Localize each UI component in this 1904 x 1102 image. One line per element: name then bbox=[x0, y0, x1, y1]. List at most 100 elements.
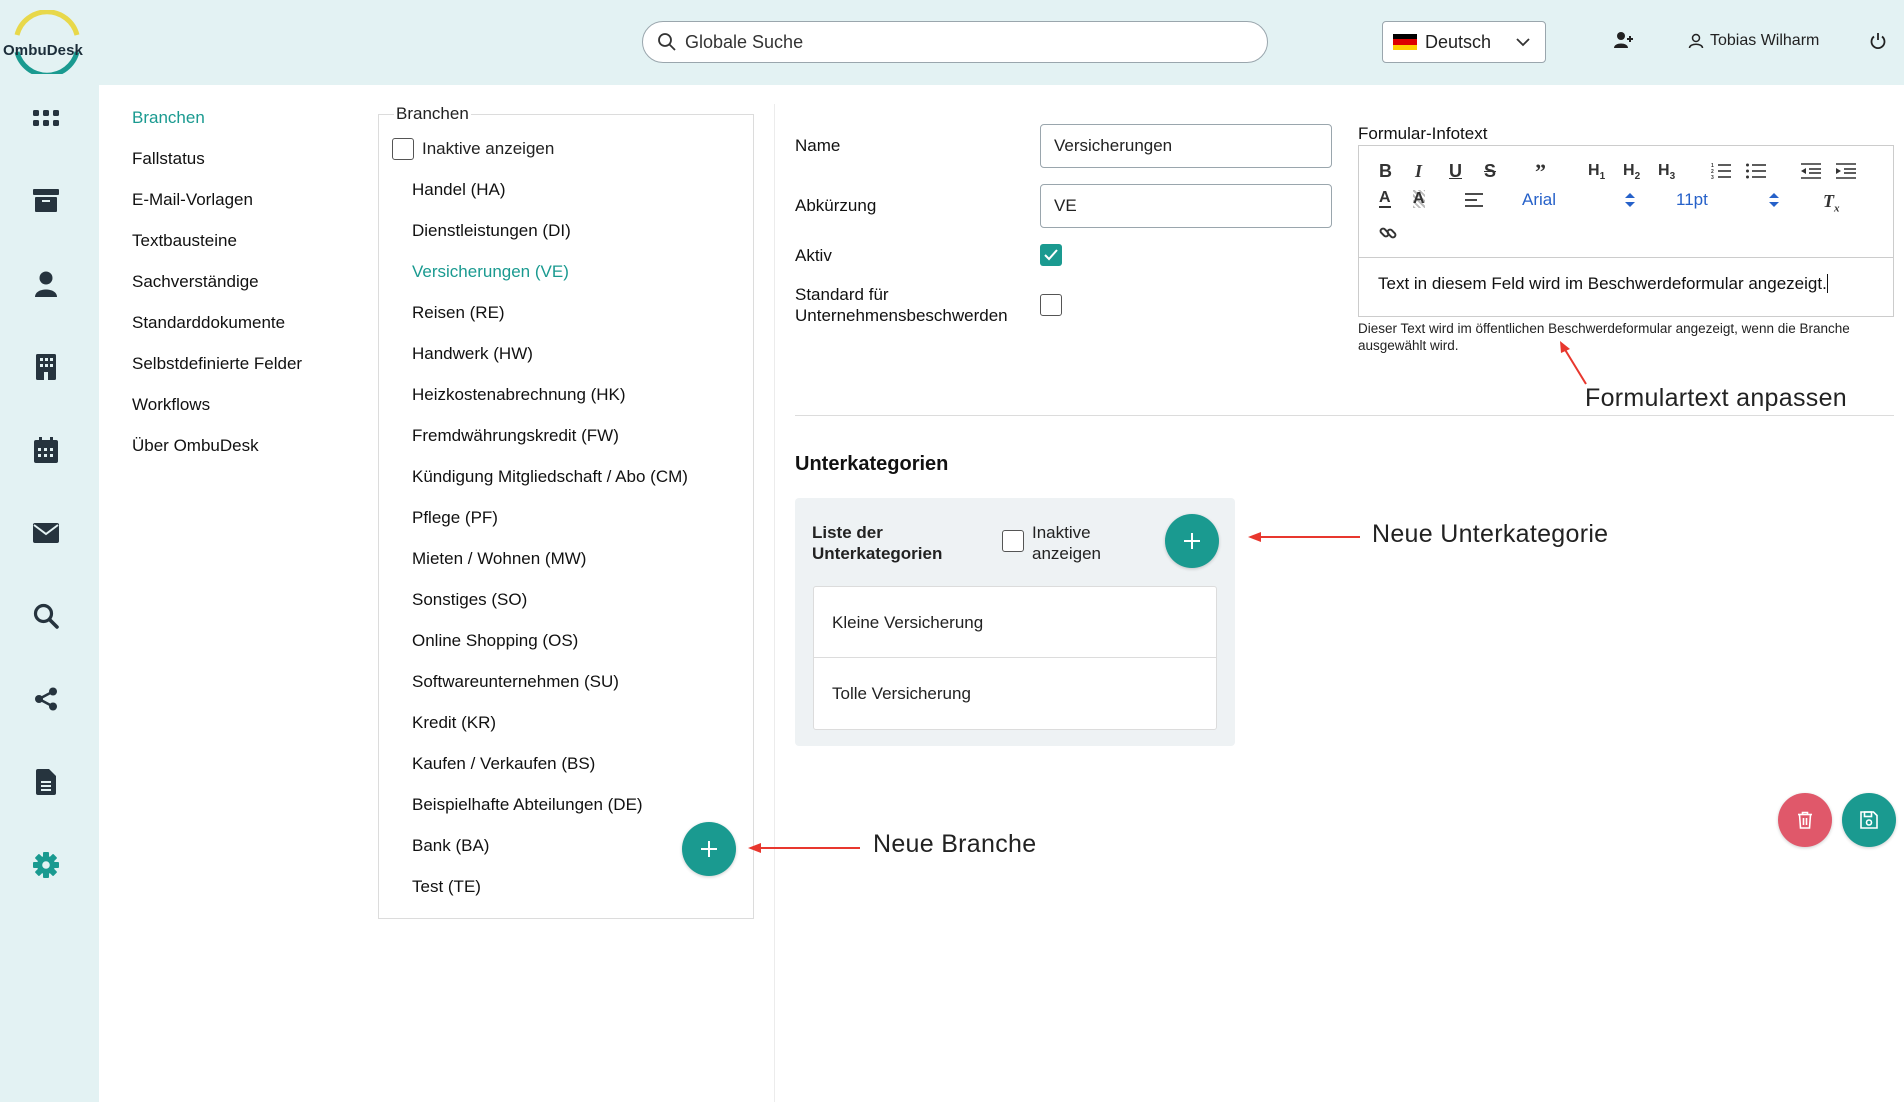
heading-3-icon[interactable]: H3 bbox=[1658, 162, 1675, 182]
branch-item[interactable]: Kaufen / Verkaufen (BS) bbox=[412, 750, 688, 791]
heading-2-icon[interactable]: H2 bbox=[1623, 162, 1640, 182]
align-icon[interactable] bbox=[1465, 192, 1483, 208]
active-checkbox[interactable] bbox=[1040, 244, 1062, 266]
name-field-value: Versicherungen bbox=[1054, 136, 1173, 155]
subnav-item[interactable]: Selbstdefinierte Felder bbox=[132, 350, 302, 391]
branch-item[interactable]: Sonstiges (SO) bbox=[412, 586, 688, 627]
clear-format-icon[interactable]: Tx bbox=[1823, 191, 1840, 215]
show-inactive-checkbox[interactable] bbox=[392, 138, 414, 160]
logo-text: OmbuDesk bbox=[3, 42, 83, 59]
branch-item[interactable]: Kündigung Mitgliedschaft / Abo (CM) bbox=[412, 463, 688, 504]
branch-item[interactable]: Reisen (RE) bbox=[412, 299, 688, 340]
add-branch-button[interactable] bbox=[682, 822, 736, 876]
strikethrough-icon[interactable]: S bbox=[1484, 161, 1496, 182]
branch-item[interactable]: Bank (BA) bbox=[412, 832, 688, 873]
font-size-select[interactable]: 11pt bbox=[1676, 190, 1708, 210]
link-icon[interactable] bbox=[1379, 224, 1397, 242]
annotation-arrow-branch bbox=[748, 843, 860, 853]
global-search[interactable] bbox=[642, 21, 1268, 63]
subcategory-item[interactable]: Kleine Versicherung bbox=[814, 587, 1216, 658]
editor-text: Text in diesem Feld wird im Beschwerdefo… bbox=[1378, 274, 1827, 293]
subnav-item[interactable]: E-Mail-Vorlagen bbox=[132, 186, 302, 227]
branch-item[interactable]: Mieten / Wohnen (MW) bbox=[412, 545, 688, 586]
add-subcategory-button[interactable] bbox=[1165, 514, 1219, 568]
apps-icon[interactable] bbox=[32, 105, 60, 133]
standard-checkbox[interactable] bbox=[1040, 294, 1062, 316]
indent-icon[interactable] bbox=[1836, 163, 1856, 179]
subnav-item[interactable]: Sachverständige bbox=[132, 268, 302, 309]
outdent-icon[interactable] bbox=[1801, 163, 1821, 179]
language-select[interactable]: Deutsch bbox=[1382, 21, 1546, 63]
bold-icon[interactable]: B bbox=[1379, 161, 1392, 182]
branch-item[interactable]: Online Shopping (OS) bbox=[412, 627, 688, 668]
active-label: Aktiv bbox=[795, 246, 832, 265]
infotext-editor[interactable]: B I U S ” H1 H2 H3 123 A A Arial 11pt Tx… bbox=[1358, 145, 1894, 317]
building-icon[interactable] bbox=[32, 353, 60, 381]
subnav-item[interactable]: Fallstatus bbox=[132, 145, 302, 186]
ordered-list-icon[interactable]: 123 bbox=[1711, 163, 1731, 179]
abbreviation-field-value: VE bbox=[1054, 196, 1077, 215]
branch-item[interactable]: Pflege (PF) bbox=[412, 504, 688, 545]
abbreviation-field[interactable]: VE bbox=[1040, 184, 1332, 228]
branch-item[interactable]: Softwareunternehmen (SU) bbox=[412, 668, 688, 709]
font-family-arrows-icon bbox=[1625, 193, 1635, 207]
standard-label: Standard für Unternehmensbeschwerden bbox=[795, 284, 1008, 326]
delete-button[interactable] bbox=[1778, 793, 1832, 847]
quote-icon[interactable]: ” bbox=[1535, 159, 1546, 185]
user-menu[interactable]: Tobias Wilharm bbox=[1688, 32, 1819, 50]
power-icon[interactable] bbox=[1869, 32, 1887, 50]
panel-divider bbox=[774, 104, 775, 1102]
add-user-icon[interactable] bbox=[1613, 30, 1635, 52]
underline-icon[interactable]: U bbox=[1449, 161, 1462, 182]
branch-item[interactable]: Heizkostenabrechnung (HK) bbox=[412, 381, 688, 422]
annotation-form-text: Formulartext anpassen bbox=[1585, 384, 1847, 412]
subnav-item[interactable]: Standarddokumente bbox=[132, 309, 302, 350]
branch-item[interactable]: Handwerk (HW) bbox=[412, 340, 688, 381]
editor-content[interactable]: Text in diesem Feld wird im Beschwerdefo… bbox=[1359, 258, 1893, 310]
settings-subnav: Branchen Fallstatus E-Mail-Vorlagen Textbau… bbox=[132, 104, 302, 473]
branch-item[interactable]: Kredit (KR) bbox=[412, 709, 688, 750]
svg-text:3: 3 bbox=[1711, 175, 1714, 179]
italic-icon[interactable]: I bbox=[1415, 161, 1422, 182]
trash-icon bbox=[1798, 811, 1812, 829]
ombudesk-logo[interactable]: OmbuDesk bbox=[0, 9, 96, 78]
settings-icon[interactable] bbox=[32, 851, 60, 879]
subcategory-panel: Liste der Unterkategorien Inaktive anzei… bbox=[795, 498, 1235, 746]
bullet-list-icon[interactable] bbox=[1746, 163, 1766, 179]
floppy-disk-icon bbox=[1860, 811, 1878, 829]
user-name: Tobias Wilharm bbox=[1710, 32, 1820, 49]
standard-label-line-2: Unternehmensbeschwerden bbox=[795, 306, 1008, 325]
branch-item[interactable]: Handel (HA) bbox=[412, 176, 688, 217]
branch-item[interactable]: Dienstleistungen (DI) bbox=[412, 217, 688, 258]
infotext-hint: Dieser Text wird im öffentlichen Beschwe… bbox=[1358, 321, 1850, 353]
branch-item[interactable]: Beispielhafte Abteilungen (DE) bbox=[412, 791, 688, 832]
search-icon bbox=[658, 33, 676, 51]
name-field[interactable]: Versicherungen bbox=[1040, 124, 1332, 168]
branch-item[interactable]: Fremdwährungskredit (FW) bbox=[412, 422, 688, 463]
font-family-select[interactable]: Arial bbox=[1522, 190, 1556, 210]
save-button[interactable] bbox=[1842, 793, 1896, 847]
subnav-item[interactable]: Workflows bbox=[132, 391, 302, 432]
person-icon[interactable] bbox=[32, 270, 60, 298]
calendar-icon[interactable] bbox=[32, 436, 60, 464]
show-inactive-subcategories[interactable]: Inaktive anzeigen bbox=[1002, 522, 1112, 564]
show-inactive-branches[interactable]: Inaktive anzeigen bbox=[392, 138, 554, 160]
abbreviation-label: Abkürzung bbox=[795, 196, 877, 215]
subnav-item[interactable]: Branchen bbox=[132, 104, 302, 145]
search-icon[interactable] bbox=[32, 602, 60, 630]
heading-1-icon[interactable]: H1 bbox=[1588, 162, 1605, 182]
global-search-input[interactable] bbox=[685, 31, 1245, 53]
archive-icon[interactable] bbox=[32, 187, 60, 215]
document-icon[interactable] bbox=[32, 768, 60, 796]
subnav-item[interactable]: Textbausteine bbox=[132, 227, 302, 268]
branch-item[interactable]: Versicherungen (VE) bbox=[412, 258, 688, 299]
font-color-icon[interactable]: A bbox=[1379, 190, 1391, 208]
background-color-icon[interactable]: A bbox=[1413, 190, 1425, 208]
show-inactive-sub-checkbox[interactable] bbox=[1002, 530, 1024, 552]
editor-toolbar: B I U S ” H1 H2 H3 123 A A Arial 11pt Tx bbox=[1359, 146, 1893, 258]
share-icon[interactable] bbox=[32, 685, 60, 713]
branch-item[interactable]: Test (TE) bbox=[412, 873, 688, 914]
subcategory-item[interactable]: Tolle Versicherung bbox=[814, 658, 1216, 729]
mail-icon[interactable] bbox=[32, 519, 60, 547]
subnav-item[interactable]: Über OmbuDesk bbox=[132, 432, 302, 473]
